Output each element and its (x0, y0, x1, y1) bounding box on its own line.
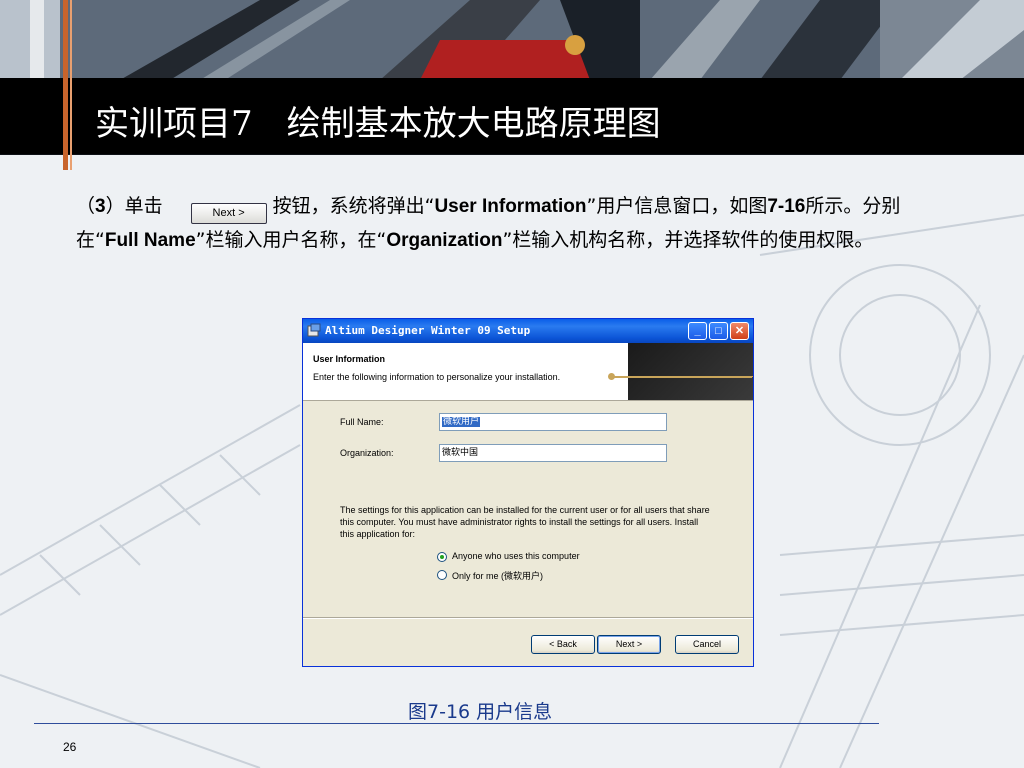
header-title: User Information (313, 354, 386, 364)
term-full-name: Full Name (104, 230, 196, 251)
full-name-label: Full Name: (340, 417, 384, 427)
full-name-value: 微软用户 (442, 417, 481, 427)
callout-dot (608, 373, 615, 380)
radio-only-me-label[interactable]: Only for me (微软用户) (452, 569, 543, 582)
organization-value: 微软中国 (442, 448, 479, 458)
radio-only-me[interactable] (437, 570, 447, 580)
next-button[interactable]: Next > (597, 635, 661, 654)
back-button[interactable]: < Back (531, 635, 595, 654)
text-run: 按钮，系统将弹出“ (272, 195, 435, 217)
text-run: ）单击 (105, 195, 163, 217)
setup-app-icon (307, 323, 321, 337)
minimize-button[interactable]: _ (688, 322, 707, 340)
banner-photo (0, 0, 1024, 80)
step-number: 3 (95, 196, 106, 217)
cancel-button[interactable]: Cancel (675, 635, 739, 654)
accent-rule (63, 0, 68, 170)
callout-line (612, 376, 752, 378)
maximize-button[interactable]: □ (709, 322, 728, 340)
figure-ref: 7-16 (767, 196, 806, 217)
radio-anyone-label[interactable]: Anyone who uses this computer (452, 551, 580, 561)
dialog-title: Altium Designer Winter 09 Setup (325, 324, 531, 337)
dialog-header-panel: User Information Enter the following inf… (303, 343, 753, 401)
inline-next-button-image: Next > (190, 203, 267, 224)
instruction-paragraph: （3）单击 Next > 按钮，系统将弹出“User Information”用户信… (76, 190, 936, 257)
organization-field[interactable]: 微软中国 (439, 444, 667, 462)
figure-caption: 图7-16 用户信息 (408, 701, 553, 723)
text-run: ”栏输入机构名称，并选择软件的使用权限。 (502, 229, 874, 251)
setup-dialog: Altium Designer Winter 09 Setup _ □ ✕ Us… (302, 318, 754, 667)
term-user-information: User Information (434, 196, 587, 217)
install-scope-description: The settings for this application can be… (340, 505, 710, 539)
slide-title: 实训项目7 绘制基本放大电路原理图 (95, 104, 661, 144)
text-run: ”用户信息窗口，如图 (586, 195, 768, 217)
close-button[interactable]: ✕ (730, 322, 749, 340)
header-subtitle: Enter the following information to perso… (313, 372, 561, 382)
button-separator (303, 617, 753, 619)
text-run: （ (76, 195, 96, 217)
accent-rule-light (70, 0, 72, 170)
header-banner-image (628, 343, 753, 400)
full-name-field[interactable]: 微软用户 (439, 413, 667, 431)
footer-rule (34, 723, 879, 724)
dialog-titlebar[interactable]: Altium Designer Winter 09 Setup _ □ ✕ (303, 319, 753, 343)
text-run: ”栏输入用户名称，在“ (195, 229, 387, 251)
page-number: 26 (63, 740, 77, 754)
radio-anyone[interactable] (437, 552, 447, 562)
term-organization: Organization (386, 230, 503, 251)
organization-label: Organization: (340, 448, 394, 458)
